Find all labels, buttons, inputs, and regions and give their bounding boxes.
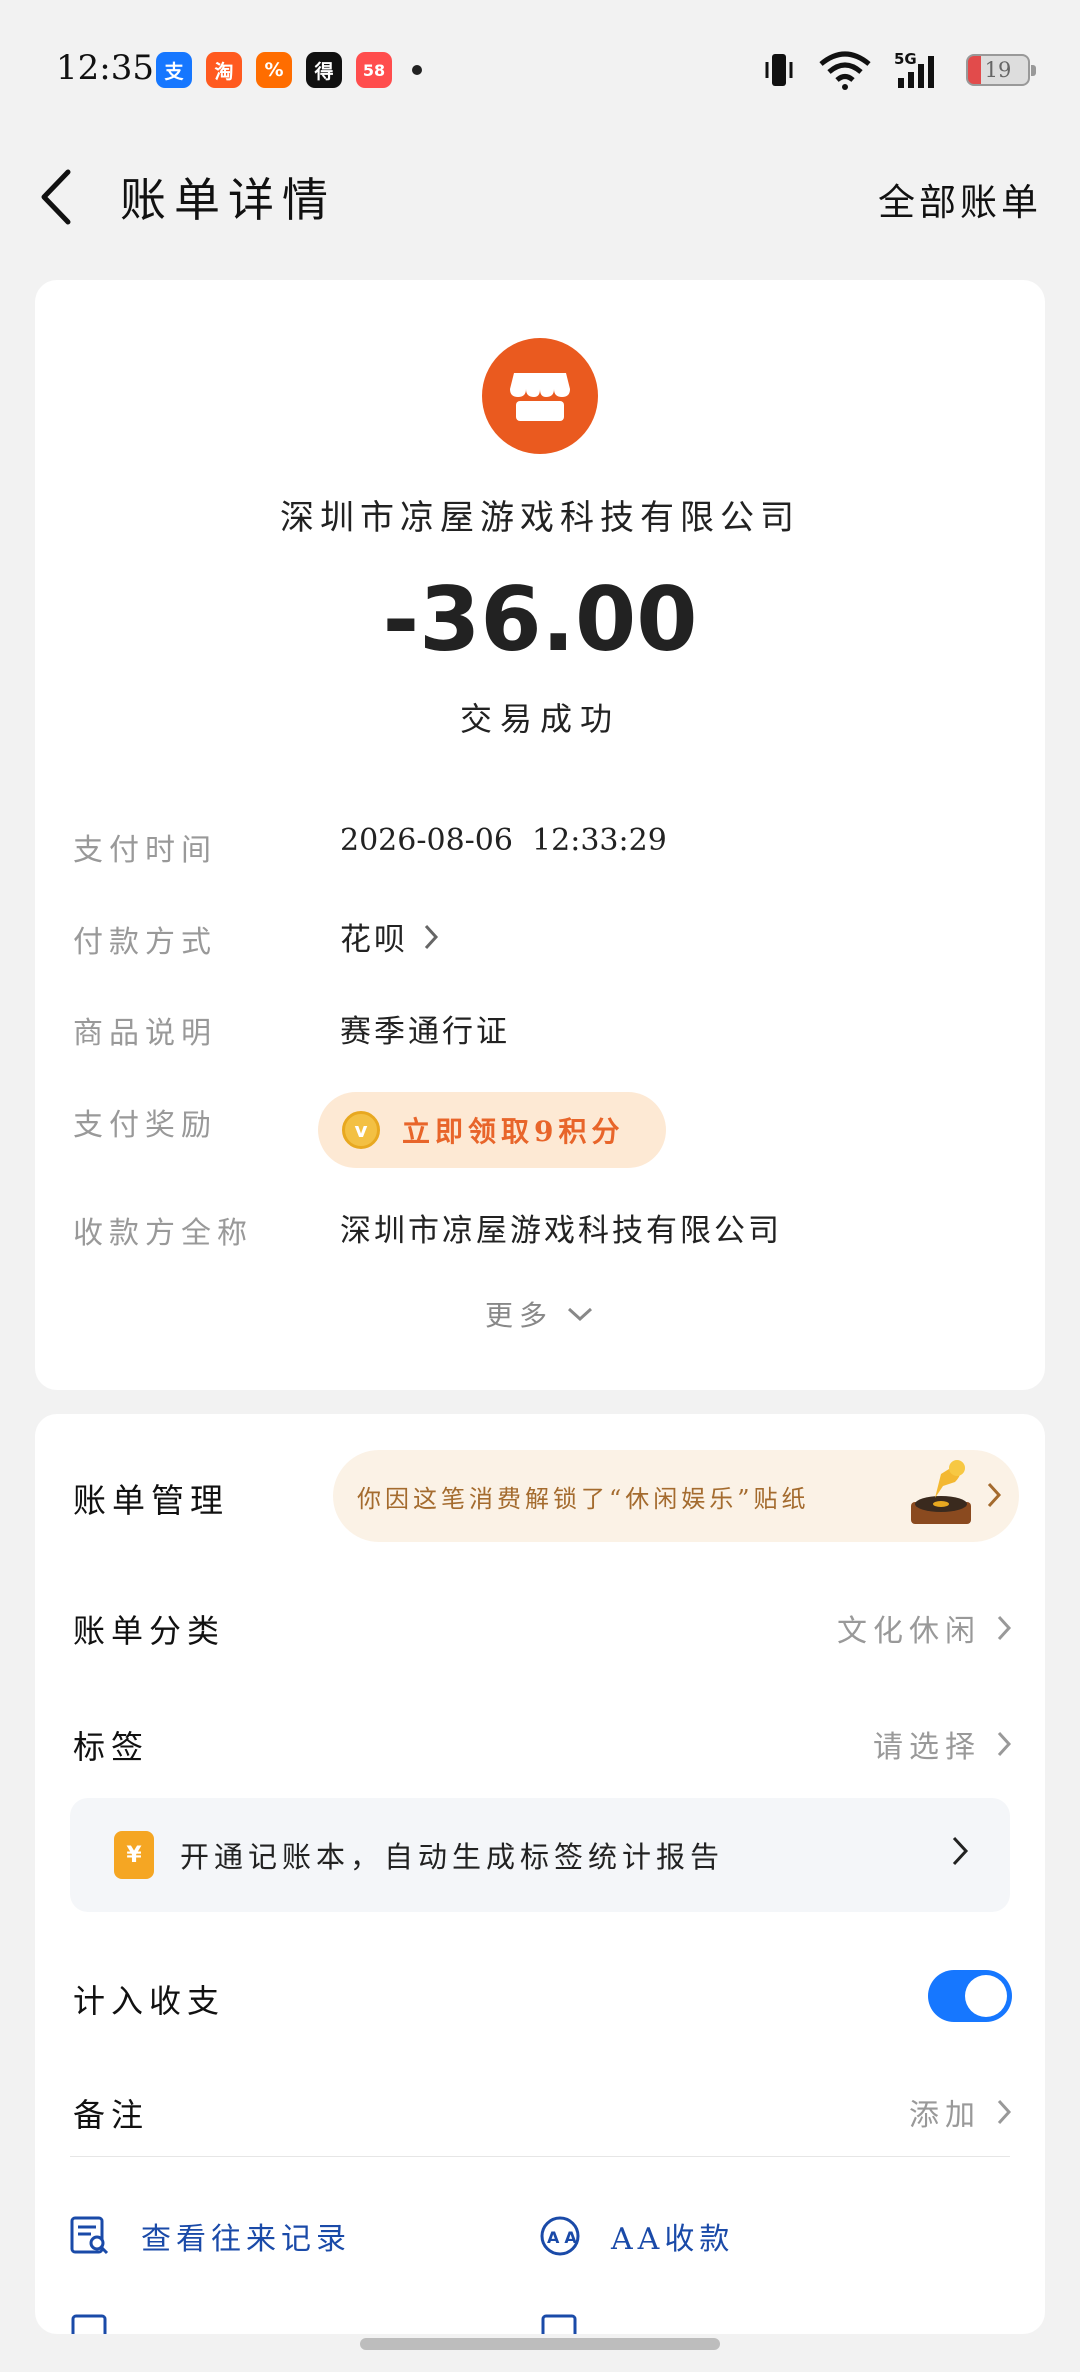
merchant-store-icon: [482, 338, 598, 454]
svg-text:5G: 5G: [894, 50, 917, 68]
all-bills-link[interactable]: 全部账单: [878, 172, 1042, 226]
divider: [70, 2156, 1010, 2157]
pay-time-value: 2026-08-06 12:33:29: [340, 823, 667, 858]
chevron-right-icon: [987, 1482, 1002, 1508]
promo-text: 开通记账本，自动生成标签统计报告: [180, 1840, 725, 1874]
chevron-right-icon: [424, 924, 439, 949]
more-details-button[interactable]: 更多: [35, 1294, 1045, 1334]
include-label: 计入收支: [73, 1982, 226, 2020]
partial-row-icon: [71, 2314, 107, 2334]
system-icons: 5G 19: [762, 50, 1036, 90]
bookkeeping-promo[interactable]: ¥ 开通记账本，自动生成标签统计报告: [70, 1798, 1010, 1912]
chevron-right-icon: [952, 1836, 969, 1866]
toggle-knob: [965, 1975, 1007, 2017]
page-title: 账单详情: [120, 173, 336, 227]
status-bar: 12:35 支 淘 % 得 58 5G 19: [0, 0, 1080, 140]
taobao-icon: 淘: [206, 52, 242, 88]
bill-manage-label: 账单管理: [73, 1481, 229, 1520]
sticker-text: 你因这笔消费解锁了“休闲娱乐”贴纸: [357, 1484, 810, 1513]
notification-icons: 支 淘 % 得 58: [156, 52, 422, 88]
wifi-icon: [819, 51, 871, 90]
chevron-right-icon: [997, 1731, 1012, 1757]
product-value: 赛季通行证: [340, 1014, 510, 1050]
note-add-button[interactable]: 添加: [909, 2090, 1013, 2134]
records-search-icon: [70, 2216, 109, 2255]
partial-row-icon: [541, 2314, 577, 2334]
header: 账单详情 全部账单: [0, 140, 1080, 250]
chevron-right-icon: [997, 1615, 1012, 1641]
58-app-icon: 58: [356, 52, 392, 88]
reward-label: 支付奖励: [73, 1108, 217, 1143]
vibrate-icon: [765, 54, 793, 86]
alipay-icon: 支: [156, 52, 192, 88]
tag-selector[interactable]: 请选择: [873, 1722, 1013, 1766]
svg-text:AA: AA: [547, 2228, 581, 2247]
bill-manage-card: 账单管理 你因这笔消费解锁了“休闲娱乐”贴纸 账单分类 文化休闲 标签 请选择 …: [35, 1414, 1045, 2334]
yuan-ticket-icon: ¥: [114, 1831, 154, 1879]
promo-app-icon: %: [256, 52, 292, 88]
aa-collect-label: AA收款: [611, 2222, 735, 2257]
category-selector[interactable]: 文化休闲: [837, 1606, 1013, 1650]
signal-5g-icon: 5G: [894, 50, 934, 88]
category-label: 账单分类: [73, 1612, 226, 1650]
note-label: 备注: [73, 2096, 150, 2134]
gramophone-sticker-icon: [911, 1460, 971, 1524]
back-icon[interactable]: [36, 162, 80, 232]
chevron-right-icon: [997, 2099, 1012, 2125]
battery-icon: 19: [966, 54, 1036, 86]
home-indicator[interactable]: [360, 2338, 720, 2350]
include-in-stats-toggle[interactable]: [928, 1970, 1012, 2022]
bill-summary-card: 深圳市凉屋游戏科技有限公司 -36.00 交易成功 支付时间 2026-08-0…: [35, 280, 1045, 1390]
aa-collect-button[interactable]: AA AA收款: [539, 2214, 734, 2258]
sticker-banner[interactable]: 你因这笔消费解锁了“休闲娱乐”贴纸: [333, 1450, 1019, 1542]
transaction-status: 交易成功: [459, 700, 620, 738]
product-label: 商品说明: [73, 1016, 217, 1051]
app-icon: 得: [306, 52, 342, 88]
pay-method-row[interactable]: 花呗: [340, 914, 440, 959]
view-history-label: 查看往来记录: [141, 2222, 351, 2257]
claim-points-label: 立即领取9积分: [402, 1115, 625, 1148]
pay-method-value: 花呗: [340, 922, 408, 958]
category-value: 文化休闲: [837, 1614, 981, 1649]
pay-time-label: 支付时间: [73, 833, 217, 868]
merchant-name: 深圳市凉屋游戏科技有限公司: [280, 498, 800, 538]
view-history-button[interactable]: 查看往来记录: [69, 2214, 351, 2258]
points-coin-icon: v: [342, 1111, 380, 1149]
payee-value: 深圳市凉屋游戏科技有限公司: [340, 1213, 782, 1249]
pay-method-label: 付款方式: [73, 925, 217, 960]
claim-points-button[interactable]: v 立即领取9积分: [318, 1092, 666, 1168]
tag-label: 标签: [73, 1728, 150, 1766]
aa-icon: AA: [540, 2216, 581, 2256]
tag-value: 请选择: [873, 1730, 981, 1765]
status-time: 12:35: [56, 48, 154, 88]
payee-label: 收款方全称: [73, 1216, 253, 1251]
chevron-down-icon: [567, 1307, 593, 1322]
more-label: 更多: [484, 1299, 553, 1332]
note-value: 添加: [909, 2098, 981, 2133]
more-notifications-dot-icon: [412, 65, 422, 75]
transaction-amount: -36.00: [382, 568, 698, 671]
